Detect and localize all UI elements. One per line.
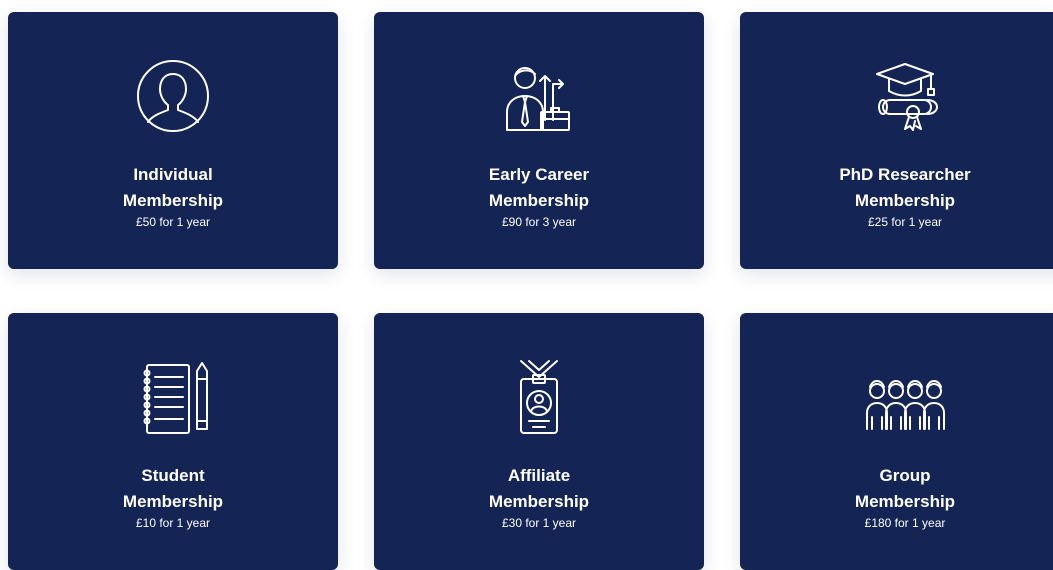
- card-title-line1: PhD Researcher: [839, 165, 971, 184]
- graduation-cap-diploma-icon: [865, 56, 945, 136]
- notebook-pencil-icon: [133, 357, 213, 437]
- membership-card-student[interactable]: Student Membership £10 for 1 year: [8, 313, 338, 570]
- card-price: £50 for 1 year: [135, 215, 211, 229]
- id-badge-icon: [499, 357, 579, 437]
- card-title-line2: Membership: [122, 492, 224, 511]
- card-title-line1: Student: [141, 466, 205, 485]
- membership-card-affiliate[interactable]: Affiliate Membership £30 for 1 year: [374, 313, 704, 570]
- card-title-line2: Membership: [854, 191, 956, 210]
- card-price: £180 for 1 year: [864, 516, 946, 530]
- membership-card-early-career[interactable]: Early Career Membership £90 for 3 year: [374, 12, 704, 269]
- card-title: Student Membership: [8, 463, 338, 515]
- person-icon: [133, 56, 213, 136]
- group-people-icon: [865, 357, 945, 437]
- card-title: Affiliate Membership: [374, 463, 704, 515]
- membership-card-individual[interactable]: Individual Membership £50 for 1 year: [8, 12, 338, 269]
- card-title-line1: Group: [879, 466, 931, 485]
- card-title-line1: Affiliate: [507, 466, 571, 485]
- card-title: Individual Membership: [8, 162, 338, 214]
- card-price: £25 for 1 year: [867, 215, 943, 229]
- card-title-line1: Individual: [133, 165, 213, 184]
- membership-card-group[interactable]: Group Membership £180 for 1 year: [740, 313, 1053, 570]
- card-title-line2: Membership: [854, 492, 956, 511]
- card-title-line2: Membership: [488, 191, 590, 210]
- card-title-line2: Membership: [122, 191, 224, 210]
- card-price: £10 for 1 year: [135, 516, 211, 530]
- card-price: £30 for 1 year: [501, 516, 577, 530]
- card-price: £90 for 3 year: [501, 215, 577, 229]
- card-title: PhD Researcher Membership: [740, 162, 1053, 214]
- career-briefcase-icon: [499, 56, 579, 136]
- card-title: Early Career Membership: [374, 162, 704, 214]
- membership-card-phd-researcher[interactable]: PhD Researcher Membership £25 for 1 year: [740, 12, 1053, 269]
- card-title-line1: Early Career: [488, 165, 590, 184]
- card-title: Group Membership: [740, 463, 1053, 515]
- card-title-line2: Membership: [488, 492, 590, 511]
